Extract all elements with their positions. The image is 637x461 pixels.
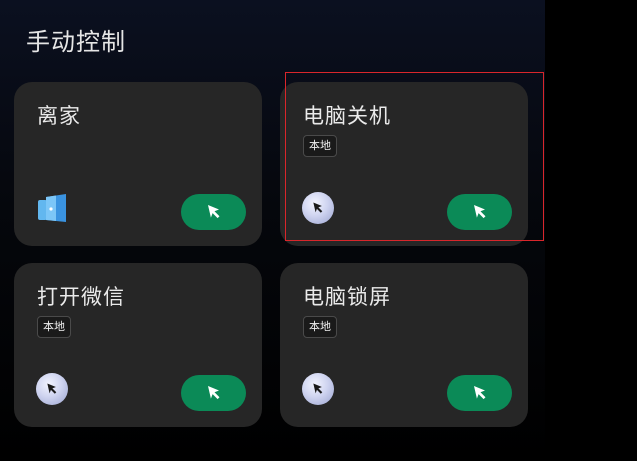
cursor-arrow-icon xyxy=(473,386,485,400)
scene-card-title: 离家 xyxy=(37,104,81,128)
cursor-arrow-icon xyxy=(47,383,57,394)
cursor-circle-icon xyxy=(302,373,334,405)
scene-card-title: 打开微信 xyxy=(37,285,125,309)
scene-card-title: 电脑锁屏 xyxy=(303,285,391,309)
cursor-arrow-icon xyxy=(207,205,219,219)
scene-card-open-wechat[interactable]: 打开微信 本地 xyxy=(14,263,262,427)
local-badge: 本地 xyxy=(303,316,337,338)
run-scene-button[interactable] xyxy=(181,194,246,230)
page-title: 手动控制 xyxy=(26,28,126,56)
cursor-arrow-icon xyxy=(313,383,323,394)
cursor-circle-icon xyxy=(36,373,68,405)
local-badge: 本地 xyxy=(37,316,71,338)
door-icon xyxy=(38,194,66,222)
run-scene-button[interactable] xyxy=(447,375,512,411)
selection-highlight xyxy=(285,72,544,241)
run-scene-button[interactable] xyxy=(181,375,246,411)
scene-card-pc-lock[interactable]: 电脑锁屏 本地 xyxy=(280,263,528,427)
scene-card-leave-home[interactable]: 离家 xyxy=(14,82,262,246)
cursor-arrow-icon xyxy=(207,386,219,400)
